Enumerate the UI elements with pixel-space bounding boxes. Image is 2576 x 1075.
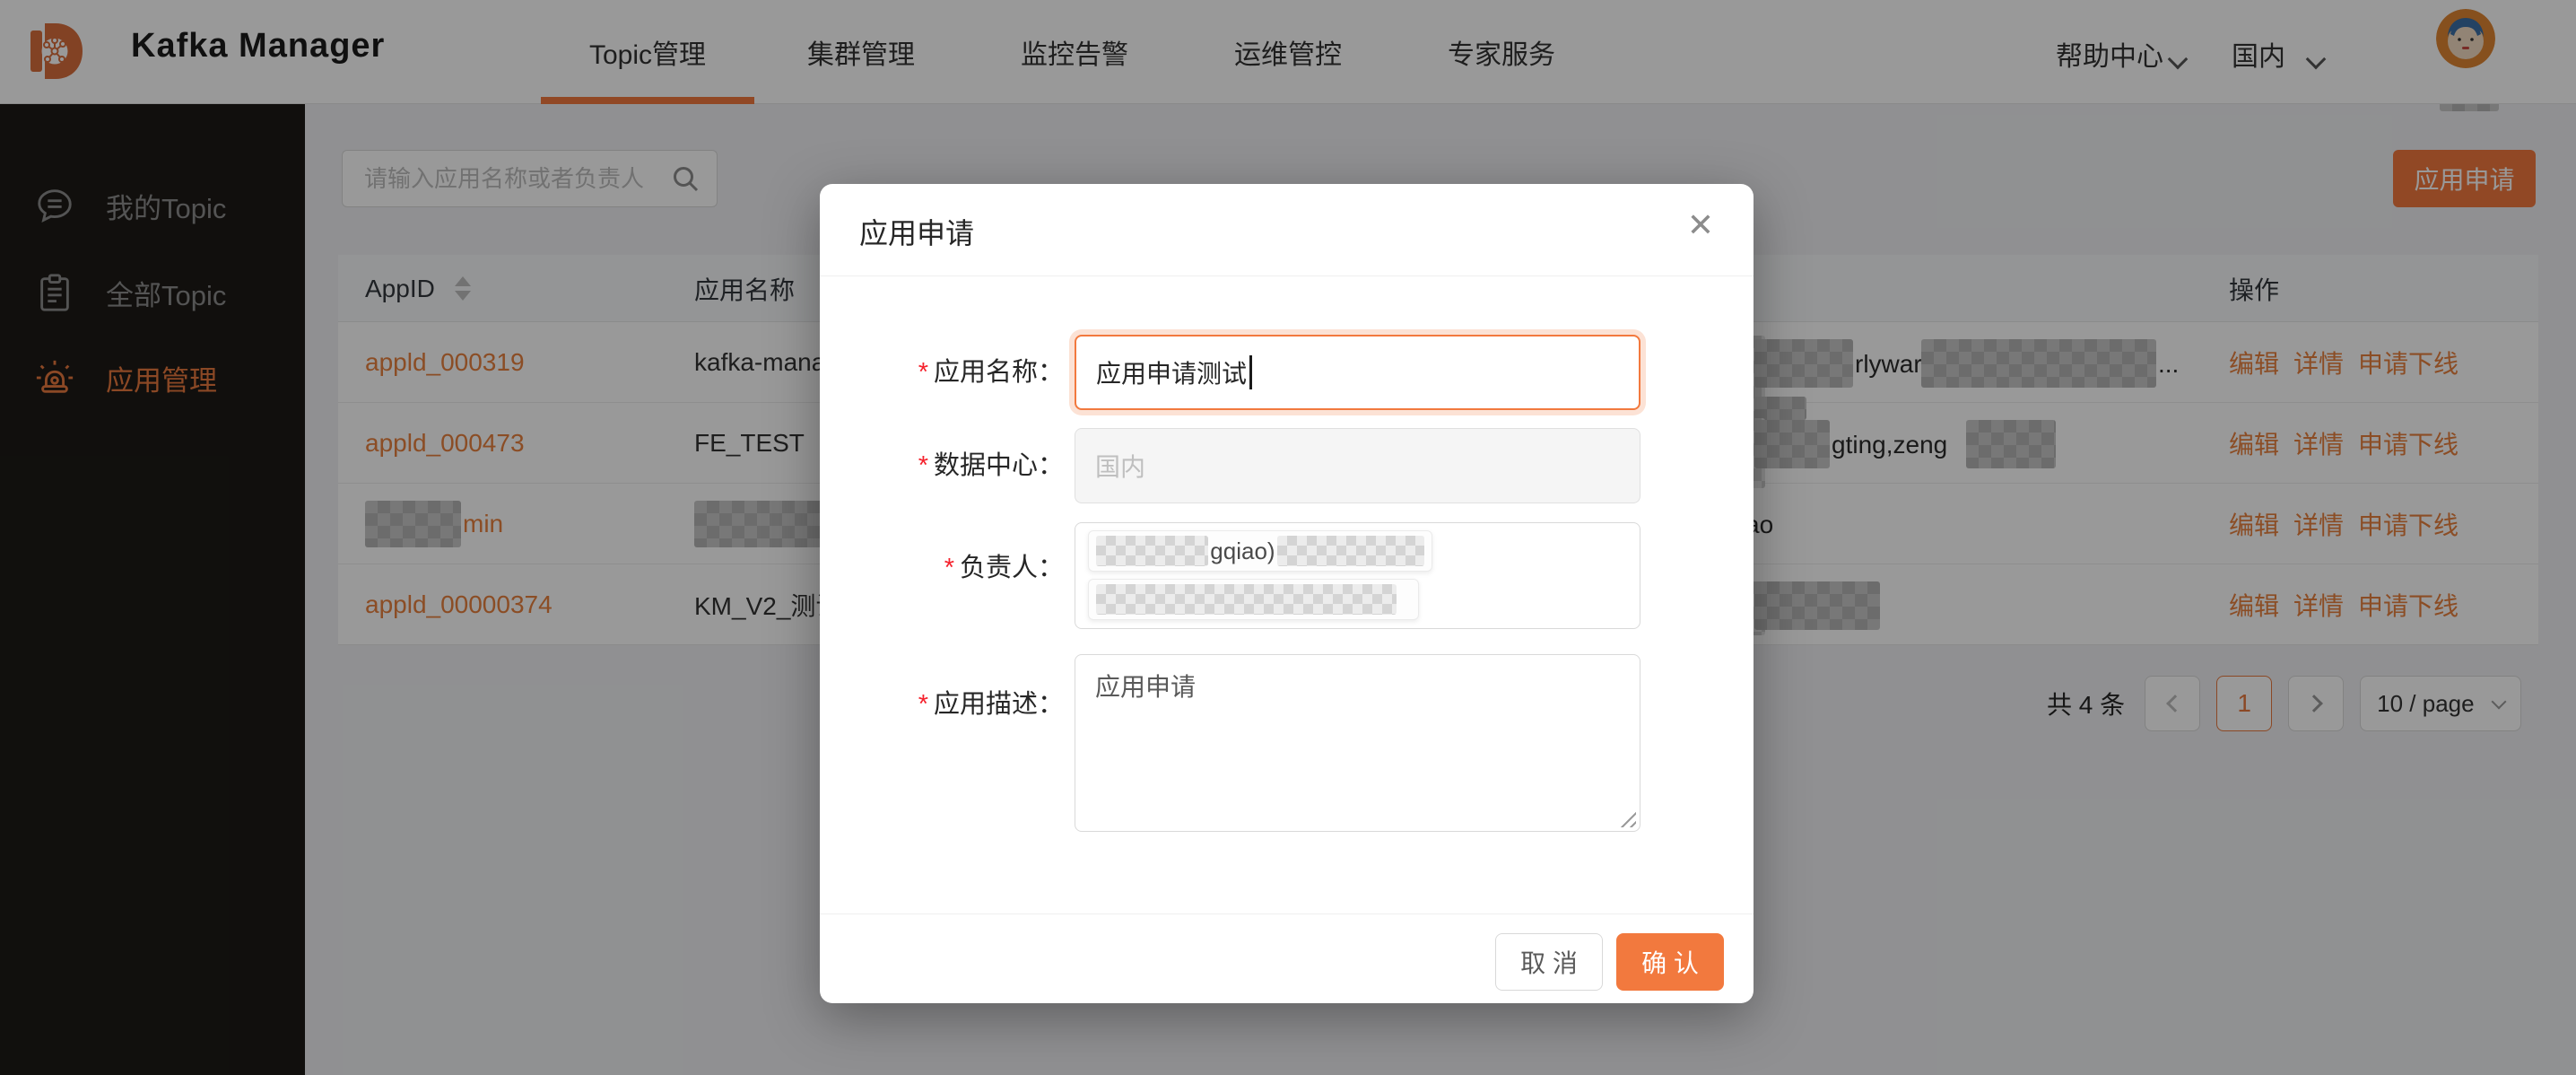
text-cursor xyxy=(1249,355,1252,389)
required-asterisk: * xyxy=(918,451,928,480)
field-label-description: *应用描述： xyxy=(820,686,1064,722)
required-asterisk: * xyxy=(944,554,954,582)
close-icon[interactable]: ✕ xyxy=(1687,209,1714,241)
app-name-input[interactable]: 应用申请测试 xyxy=(1075,335,1640,410)
description-textarea[interactable]: 应用申请 xyxy=(1075,654,1640,832)
field-label-app-name: *应用名称： xyxy=(820,354,1064,390)
owner-tag[interactable] xyxy=(1088,579,1419,620)
modal-title: 应用申请 xyxy=(859,211,974,252)
cancel-button[interactable]: 取 消 xyxy=(1495,933,1603,991)
blurred-text-block xyxy=(1096,536,1208,566)
required-asterisk: * xyxy=(918,690,928,719)
field-label-data-center: *数据中心： xyxy=(820,448,1064,484)
required-asterisk: * xyxy=(918,358,928,387)
divider xyxy=(820,275,1754,276)
resize-handle-icon[interactable] xyxy=(1616,808,1636,827)
divider xyxy=(820,913,1754,914)
owners-multiselect[interactable]: gqiao) xyxy=(1075,522,1640,629)
blurred-text-block xyxy=(1277,536,1424,566)
blurred-text-block xyxy=(1096,584,1397,615)
kafka-manager-app: Kafka Manager Topic管理 集群管理 监控告警 运维管控 专家服… xyxy=(0,0,2576,1075)
confirm-button[interactable]: 确 认 xyxy=(1616,933,1724,991)
apply-app-modal: 应用申请 ✕ *应用名称： 应用申请测试 *数据中心： 国内 *负责人： gqi… xyxy=(820,184,1754,1003)
owner-tag[interactable]: gqiao) xyxy=(1088,530,1432,572)
field-label-owners: *负责人： xyxy=(820,550,1064,586)
data-center-input: 国内 xyxy=(1075,428,1640,503)
